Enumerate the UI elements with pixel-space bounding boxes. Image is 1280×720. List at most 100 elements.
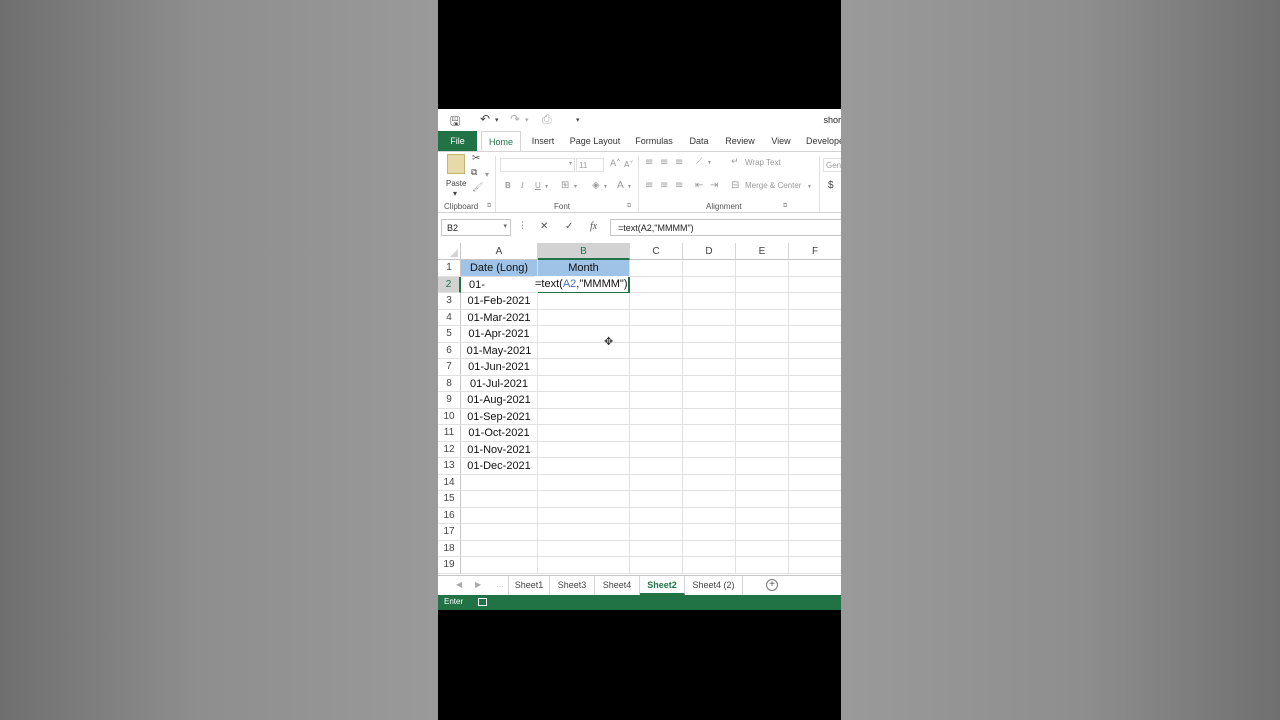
borders-icon[interactable]: ⊞	[561, 180, 569, 191]
cell-d11[interactable]	[683, 425, 736, 442]
name-box[interactable]: B2 ▾	[441, 219, 511, 236]
wrap-text-button[interactable]: Wrap Text	[745, 158, 781, 167]
cell-b13[interactable]	[538, 458, 630, 475]
cell-f2[interactable]	[789, 277, 841, 293]
row-header-14[interactable]: 14	[438, 474, 461, 491]
scroll-tabs-right-icon[interactable]: ▶	[475, 580, 481, 589]
cell-a19[interactable]	[461, 557, 538, 574]
cell-a4[interactable]: 01-Mar-2021	[461, 309, 538, 326]
cell-f18[interactable]	[789, 541, 841, 557]
format-painter-icon[interactable]: 🖌	[472, 183, 483, 193]
worksheet-grid[interactable]: A B C D E F 1 Date (Long) Month 2 01- 3 01-Feb…	[438, 243, 841, 575]
cell-a18[interactable]	[461, 540, 538, 557]
sheet-tab-sheet3[interactable]: Sheet3	[550, 576, 595, 595]
row-header-3[interactable]: 3	[438, 293, 461, 310]
cell-d7[interactable]	[683, 359, 736, 376]
cell-c13[interactable]	[630, 458, 683, 475]
cell-c14[interactable]	[630, 474, 683, 491]
cell-d19[interactable]	[683, 557, 736, 574]
tab-review[interactable]: Review	[723, 131, 757, 151]
font-name-box[interactable]	[500, 158, 575, 172]
print-preview-icon[interactable]: ⎙	[542, 112, 552, 127]
cell-e2[interactable]	[736, 276, 789, 293]
paste-icon[interactable]	[447, 154, 465, 174]
font-launcher-icon[interactable]: ⧉	[627, 202, 631, 210]
cell-d8[interactable]	[683, 375, 736, 392]
fill-color-dropdown-icon[interactable]: ▾	[604, 183, 607, 190]
decrease-indent-icon[interactable]: ⇤	[695, 180, 703, 191]
cell-c16[interactable]	[630, 507, 683, 524]
tab-page-layout[interactable]: Page Layout	[568, 131, 622, 151]
cell-c6[interactable]	[630, 342, 683, 359]
italic-button[interactable]: I	[521, 181, 524, 190]
tabs-more-left-icon[interactable]: …	[496, 580, 504, 589]
cell-e3[interactable]	[736, 293, 789, 310]
font-name-dropdown-icon[interactable]: ▾	[569, 160, 572, 167]
cell-c3[interactable]	[630, 293, 683, 310]
cell-e7[interactable]	[736, 359, 789, 376]
row-header-16[interactable]: 16	[438, 507, 461, 524]
row-header-15[interactable]: 15	[438, 491, 461, 508]
merge-center-icon[interactable]: ⊟	[731, 180, 739, 191]
font-size-box[interactable]: 11	[576, 158, 604, 172]
tab-developer[interactable]: Develope	[806, 131, 841, 151]
cell-d5[interactable]	[683, 326, 736, 343]
cell-e1[interactable]	[736, 260, 789, 277]
cell-f13[interactable]	[789, 458, 841, 475]
select-all-corner[interactable]	[438, 243, 461, 260]
cell-f16[interactable]	[789, 508, 841, 524]
borders-dropdown-icon[interactable]: ▾	[574, 183, 577, 190]
name-box-dropdown-icon[interactable]: ▾	[503, 222, 507, 230]
sheet-tab-sheet4-2[interactable]: Sheet4 (2)	[685, 576, 743, 595]
cell-c5[interactable]	[630, 326, 683, 343]
sheet-tab-sheet4[interactable]: Sheet4	[595, 576, 640, 595]
cell-a16[interactable]	[461, 507, 538, 524]
cell-f7[interactable]	[789, 359, 841, 376]
cell-a10[interactable]: 01-Sep-2021	[461, 408, 538, 425]
row-header-8[interactable]: 8	[438, 375, 461, 392]
column-header-c[interactable]: C	[630, 243, 683, 260]
cell-d15[interactable]	[683, 491, 736, 508]
cell-b9[interactable]	[538, 392, 630, 409]
cell-f9[interactable]	[789, 392, 841, 409]
row-header-18[interactable]: 18	[438, 540, 461, 557]
cell-a5[interactable]: 01-Apr-2021	[461, 326, 538, 343]
row-header-12[interactable]: 12	[438, 441, 461, 458]
cell-d12[interactable]	[683, 441, 736, 458]
wrap-text-icon[interactable]: ↵	[731, 157, 739, 167]
cell-f8[interactable]	[789, 376, 841, 392]
cell-b12[interactable]	[538, 441, 630, 458]
cell-d17[interactable]	[683, 524, 736, 541]
cell-b11[interactable]	[538, 425, 630, 442]
cell-f15[interactable]	[789, 491, 841, 508]
cell-e18[interactable]	[736, 540, 789, 557]
sheet-tab-sheet1[interactable]: Sheet1	[508, 576, 550, 595]
cell-f5[interactable]	[789, 326, 841, 343]
cell-a17[interactable]	[461, 524, 538, 541]
redo-dropdown-icon[interactable]: ▾	[525, 116, 529, 124]
tab-home[interactable]: Home	[481, 131, 521, 151]
cell-c9[interactable]	[630, 392, 683, 409]
cell-e6[interactable]	[736, 342, 789, 359]
paste-dropdown-icon[interactable]: ▾	[453, 189, 457, 198]
tab-formulas[interactable]: Formulas	[632, 131, 676, 151]
cell-e4[interactable]	[736, 309, 789, 326]
column-header-a[interactable]: A	[461, 243, 538, 260]
cell-f10[interactable]	[789, 409, 841, 425]
cell-f3[interactable]	[789, 293, 841, 310]
macro-record-icon[interactable]	[478, 598, 487, 606]
paste-button[interactable]: Paste	[446, 179, 466, 188]
cell-b8[interactable]	[538, 375, 630, 392]
cell-d9[interactable]	[683, 392, 736, 409]
cancel-icon[interactable]: ✕	[540, 221, 548, 232]
column-header-f[interactable]: F	[789, 243, 841, 260]
increase-indent-icon[interactable]: ⇥	[710, 180, 718, 191]
formula-input[interactable]: =text(A2,"MMMM")	[610, 219, 841, 236]
number-format-box[interactable]: Gen	[823, 158, 841, 172]
cell-a15[interactable]	[461, 491, 538, 508]
cell-a12[interactable]: 01-Nov-2021	[461, 441, 538, 458]
cell-b18[interactable]	[538, 540, 630, 557]
cell-f1[interactable]	[789, 260, 841, 277]
tab-data[interactable]: Data	[685, 131, 713, 151]
align-right-icon[interactable]: ≡	[675, 180, 683, 191]
